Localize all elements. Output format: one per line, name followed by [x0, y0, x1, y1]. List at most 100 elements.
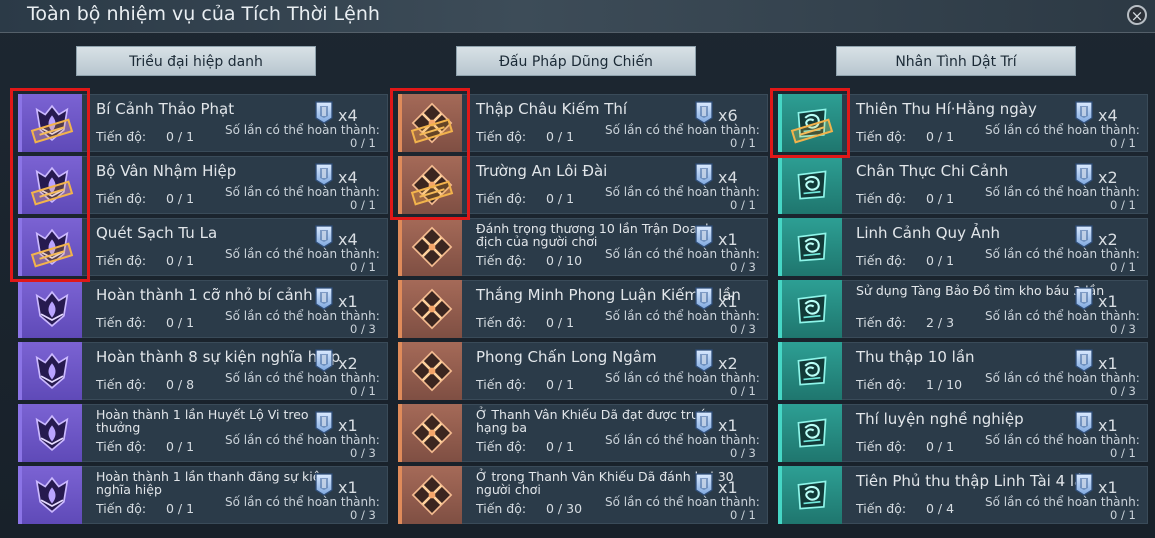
- title-bar: Toàn bộ nhiệm vụ của Tích Thời Lệnh ×: [0, 0, 1155, 33]
- task-row[interactable]: Hoàn thành 8 sự kiện nghĩa hiệp Tiến độ: 0…: [18, 342, 388, 400]
- completion-label: Số lần có thể hoàn thành:: [225, 185, 380, 199]
- window-title: Toàn bộ nhiệm vụ của Tích Thời Lệnh: [27, 3, 380, 25]
- completion-value: 0 / 1: [730, 198, 756, 212]
- progress-value: 2 / 3: [926, 315, 955, 330]
- task-row[interactable]: Chân Thực Chi Cảnh Tiến độ: 0 / 1 x2 Số lần …: [778, 156, 1148, 214]
- progress-label: Tiến độ:: [856, 253, 907, 268]
- task-icon: [22, 280, 82, 338]
- task-name: Hoàn thành 8 sự kiện nghĩa hiệp: [96, 348, 341, 366]
- completion-label: Số lần có thể hoàn thành:: [225, 247, 380, 261]
- task-icon: [782, 280, 842, 338]
- task-name: Thí luyện nghề nghiệp: [856, 410, 1024, 428]
- progress-value: 0 / 1: [166, 439, 195, 454]
- progress-value: 0 / 1: [166, 253, 195, 268]
- progress-value: 0 / 1: [166, 129, 195, 144]
- task-row[interactable]: Ở Thanh Vân Khiếu Dã đạt được trước hạng…: [398, 404, 768, 462]
- task-name: Chân Thực Chi Cảnh: [856, 162, 1009, 180]
- progress-label: Tiến độ:: [856, 191, 907, 206]
- completion-value: 0 / 1: [350, 198, 376, 212]
- task-row[interactable]: Hoàn thành 1 cỡ nhỏ bí cảnh Tiến độ: 0 / 1…: [18, 280, 388, 338]
- progress-value: 0 / 1: [926, 191, 955, 206]
- reward-token-icon: [694, 410, 714, 434]
- task-row[interactable]: Ở trong Thanh Vân Khiếu Dã đánh bại 30 n…: [398, 466, 768, 524]
- task-name: Linh Cảnh Quy Ảnh: [856, 224, 1000, 242]
- task-row[interactable]: Linh Cảnh Quy Ảnh Tiến độ: 0 / 1 x2 Số lần c…: [778, 218, 1148, 276]
- progress-label: Tiến độ:: [96, 439, 147, 454]
- progress-value: 0 / 1: [926, 439, 955, 454]
- column-header: Nhân Tình Dật Trí: [836, 46, 1076, 76]
- completion-value: 0 / 3: [730, 322, 756, 336]
- task-name: Bộ Vân Nhậm Hiệp: [96, 162, 237, 180]
- completion-label: Số lần có thể hoàn thành:: [225, 371, 380, 385]
- reward-token-icon: [1074, 348, 1094, 372]
- task-icon: [402, 280, 462, 338]
- task-name: Bí Cảnh Thảo Phạt: [96, 100, 235, 118]
- task-row[interactable]: Tiên Phủ thu thập Linh Tài 4 lần Tiến độ:…: [778, 466, 1148, 524]
- progress-value: 0 / 1: [926, 129, 955, 144]
- completion-label: Số lần có thể hoàn thành:: [605, 123, 760, 137]
- reward-token-icon: [694, 224, 714, 248]
- completion-label: Số lần có thể hoàn thành:: [605, 185, 760, 199]
- progress-label: Tiến độ:: [476, 439, 527, 454]
- highlight-box: [10, 88, 90, 282]
- progress-label: Tiến độ:: [856, 377, 907, 392]
- progress-label: Tiến độ:: [476, 501, 527, 516]
- progress-label: Tiến độ:: [476, 129, 527, 144]
- progress-label: Tiến độ:: [856, 501, 907, 516]
- completion-value: 0 / 1: [1110, 446, 1136, 460]
- progress-value: 0 / 1: [166, 191, 195, 206]
- progress-value: 0 / 1: [926, 253, 955, 268]
- reward-token-icon: [694, 286, 714, 310]
- task-icon: [402, 404, 462, 462]
- reward-token-icon: [694, 348, 714, 372]
- progress-label: Tiến độ:: [96, 501, 147, 516]
- completion-label: Số lần có thể hoàn thành:: [225, 123, 380, 137]
- progress-label: Tiến độ:: [476, 315, 527, 330]
- progress-value: 0 / 1: [546, 129, 575, 144]
- completion-value: 0 / 3: [730, 260, 756, 274]
- progress-label: Tiến độ:: [96, 129, 147, 144]
- completion-label: Số lần có thể hoàn thành:: [605, 371, 760, 385]
- reward-token-icon: [314, 348, 334, 372]
- task-name: Thiên Thu Hí·Hằng ngày: [856, 100, 1037, 118]
- progress-label: Tiến độ:: [476, 191, 527, 206]
- task-row[interactable]: Thu thập 10 lần Tiến độ: 1 / 10 x1 Số lần có…: [778, 342, 1148, 400]
- task-icon: [782, 466, 842, 524]
- task-row[interactable]: Hoàn thành 1 lần thanh đãng sự kiện nghĩ…: [18, 466, 388, 524]
- task-window: Toàn bộ nhiệm vụ của Tích Thời Lệnh × Tr…: [0, 0, 1155, 538]
- completion-label: Số lần có thể hoàn thành:: [985, 495, 1140, 509]
- completion-label: Số lần có thể hoàn thành:: [985, 247, 1140, 261]
- task-name: Phong Chấn Long Ngâm: [476, 348, 657, 366]
- completion-label: Số lần có thể hoàn thành:: [605, 247, 760, 261]
- progress-value: 0 / 1: [546, 191, 575, 206]
- task-name: Hoàn thành 1 cỡ nhỏ bí cảnh: [96, 286, 313, 304]
- task-row[interactable]: Sử dụng Tàng Bảo Đồ tìm kho báu 3 lần Tiế…: [778, 280, 1148, 338]
- close-button[interactable]: ×: [1127, 5, 1147, 25]
- task-row[interactable]: Hoàn thành 1 lần Huyết Lộ Vi treo thưởng…: [18, 404, 388, 462]
- task-row[interactable]: Phong Chấn Long Ngâm Tiến độ: 0 / 1 x2 Số lầ…: [398, 342, 768, 400]
- progress-value: 0 / 1: [166, 501, 195, 516]
- progress-label: Tiến độ:: [96, 377, 147, 392]
- completion-value: 0 / 1: [730, 384, 756, 398]
- task-row[interactable]: Thí luyện nghề nghiệp Tiến độ: 0 / 1 x1 Số l…: [778, 404, 1148, 462]
- completion-value: 0 / 3: [730, 446, 756, 460]
- task-icon: [402, 466, 462, 524]
- reward-token-icon: [314, 224, 334, 248]
- reward-token-icon: [1074, 224, 1094, 248]
- completion-value: 0 / 3: [1110, 384, 1136, 398]
- progress-label: Tiến độ:: [96, 191, 147, 206]
- task-row[interactable]: Thắng Minh Phong Luận Kiếm 1 lần Tiến độ:…: [398, 280, 768, 338]
- task-icon: [782, 156, 842, 214]
- progress-value: 0 / 10: [546, 253, 583, 268]
- completion-value: 0 / 1: [350, 136, 376, 150]
- progress-value: 0 / 1: [546, 315, 575, 330]
- progress-value: 0 / 1: [166, 315, 195, 330]
- completion-label: Số lần có thể hoàn thành:: [605, 309, 760, 323]
- completion-value: 0 / 3: [350, 508, 376, 522]
- completion-value: 0 / 1: [730, 136, 756, 150]
- task-icon: [22, 342, 82, 400]
- task-row[interactable]: Đánh trọng thương 10 lần Trận Doanh địch…: [398, 218, 768, 276]
- completion-value: 0 / 1: [1110, 136, 1136, 150]
- completion-value: 0 / 1: [350, 384, 376, 398]
- reward-token-icon: [314, 100, 334, 124]
